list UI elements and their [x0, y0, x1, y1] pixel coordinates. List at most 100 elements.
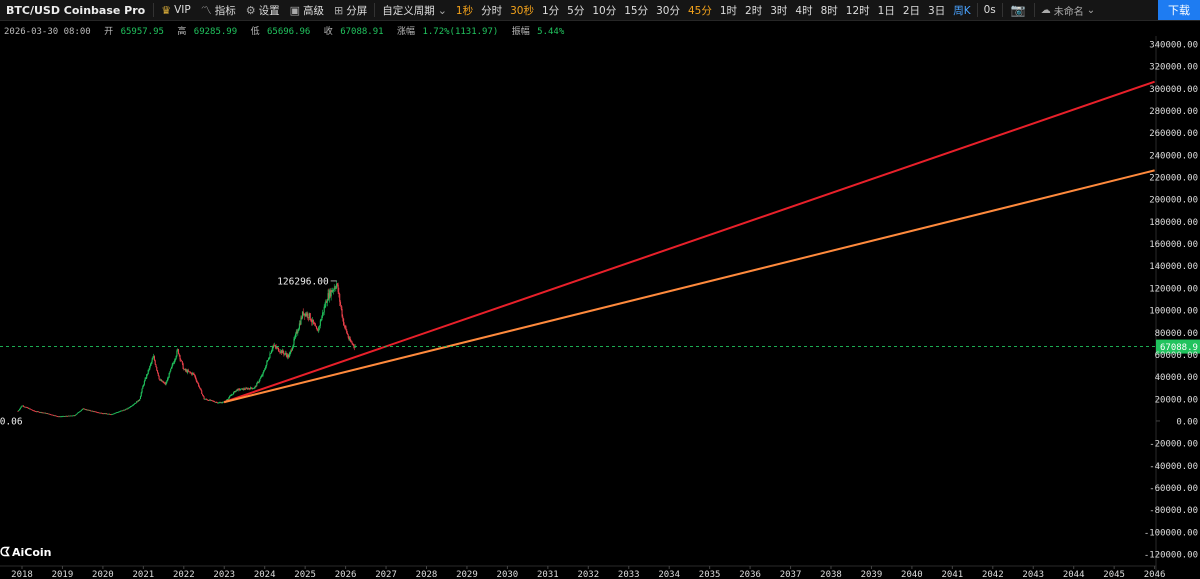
candle-body — [252, 388, 254, 390]
candle-body — [226, 399, 228, 401]
candle-body — [336, 283, 338, 288]
period-16[interactable]: 2日 — [899, 3, 924, 18]
candle-body — [288, 354, 290, 358]
divider — [374, 3, 376, 17]
period-18[interactable]: 周K — [949, 3, 974, 18]
price-chart[interactable]: 67088.9 126296.00 ←0.06 340000.00 320000.00… — [0, 0, 1200, 579]
candle-body — [91, 410, 93, 412]
candle-body — [206, 399, 208, 401]
candle-body — [180, 359, 182, 361]
x-tick-label: 2037 — [780, 570, 802, 579]
candle-body — [214, 401, 216, 403]
period-3[interactable]: 1分 — [538, 3, 563, 18]
candle-body — [247, 388, 249, 390]
candle-body — [324, 306, 326, 308]
candle-body — [52, 414, 54, 416]
candle-body — [24, 406, 26, 408]
candle-body — [317, 330, 319, 332]
period-2[interactable]: 30秒 — [506, 3, 538, 18]
high-label: 高 — [177, 27, 187, 37]
period-6[interactable]: 15分 — [620, 3, 652, 18]
candle-body — [150, 364, 152, 367]
candle-body — [213, 401, 215, 402]
gear-icon: ⚙ — [245, 3, 256, 17]
candle-body — [56, 415, 58, 417]
candle-body — [353, 344, 355, 347]
candle-body — [326, 300, 328, 303]
split-screen-button[interactable]: ⊞ 分屏 — [329, 3, 372, 18]
candle-body — [316, 328, 318, 331]
candle-body — [60, 416, 62, 418]
period-9[interactable]: 1时 — [716, 3, 741, 18]
y-tick-label: 80000.00 — [1155, 329, 1198, 339]
candle-body — [156, 370, 159, 373]
candle-body — [102, 413, 104, 415]
x-tick-label: 2040 — [901, 570, 923, 579]
candle-body — [246, 387, 248, 389]
candle-body — [120, 410, 122, 412]
candle-body — [198, 383, 200, 387]
candle-body — [107, 413, 109, 415]
candle-body — [53, 415, 55, 417]
low-value: 65696.96 — [267, 27, 311, 37]
candle-body — [205, 398, 207, 400]
candle-body — [296, 331, 298, 334]
y-tick-label: -80000.00 — [1149, 506, 1198, 516]
candle-body — [228, 397, 230, 399]
trend-line-2[interactable] — [224, 169, 1155, 404]
symbol-title[interactable]: BTC/USD Coinbase Pro — [0, 4, 151, 17]
candle-body — [233, 391, 235, 393]
candle-body — [350, 341, 352, 343]
period-14[interactable]: 12时 — [842, 3, 874, 18]
candle-body — [295, 331, 297, 335]
period-15[interactable]: 1日 — [874, 3, 899, 18]
candle-body — [17, 410, 19, 412]
period-4[interactable]: 5分 — [563, 3, 588, 18]
advanced-label: 高级 — [302, 4, 324, 17]
period-13[interactable]: 8时 — [817, 3, 842, 18]
candle-body — [202, 395, 204, 397]
candle-body — [267, 360, 269, 362]
candle-body — [304, 313, 306, 317]
candle-body — [337, 284, 339, 293]
period-12[interactable]: 4时 — [791, 3, 816, 18]
candle-body — [338, 292, 340, 294]
period-5[interactable]: 10分 — [588, 3, 620, 18]
candle-body — [315, 326, 318, 329]
trend-line-1[interactable] — [223, 80, 1155, 404]
settings-label: 设置 — [258, 4, 280, 17]
candle-body — [145, 378, 147, 380]
period-10[interactable]: 2时 — [741, 3, 766, 18]
candle-body — [173, 362, 175, 364]
custom-period-dropdown[interactable]: 自定义周期 ⌄ — [377, 3, 452, 18]
candle-body — [236, 389, 238, 391]
settings-button[interactable]: ⚙ 设置 — [241, 3, 285, 18]
period-1[interactable]: 分时 — [477, 3, 506, 18]
candle-body — [241, 388, 243, 390]
refresh-seconds[interactable]: 0s — [980, 4, 1000, 16]
candle-body — [267, 359, 269, 361]
period-8[interactable]: 45分 — [684, 3, 716, 18]
period-11[interactable]: 3时 — [766, 3, 791, 18]
period-0[interactable]: 1秒 — [452, 3, 477, 18]
layout-cloud-dropdown[interactable]: ☁ 未命名 ⌄ — [1037, 3, 1099, 18]
ohlc-info-bar: 2026-03-30 08:00 开 65957.95 高 69285.99 低… — [4, 24, 572, 37]
candle-body — [185, 370, 187, 372]
candle-body — [153, 356, 155, 358]
candle-body — [278, 351, 280, 353]
camera-icon[interactable]: 📷 — [1005, 3, 1032, 17]
vip-button[interactable]: ♛ VIP — [156, 4, 196, 17]
candle-body — [344, 326, 346, 327]
candle-body — [74, 414, 76, 416]
indicators-button[interactable]: 〽 指标 — [196, 2, 241, 18]
candle-body — [46, 413, 48, 414]
candle-body — [301, 317, 303, 319]
candle-body — [294, 337, 296, 339]
period-17[interactable]: 3日 — [924, 3, 949, 18]
candle-body — [229, 395, 231, 397]
y-tick-label: 40000.00 — [1155, 373, 1198, 383]
advanced-button[interactable]: ▣ 高级 — [285, 3, 329, 18]
period-7[interactable]: 30分 — [652, 3, 684, 18]
candle-body — [254, 386, 256, 388]
download-button[interactable]: 下载 — [1158, 0, 1200, 20]
